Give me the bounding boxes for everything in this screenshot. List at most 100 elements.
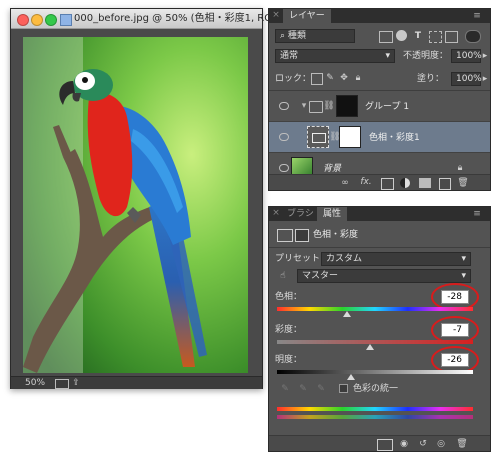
- layer-filter-value: 種類: [287, 31, 306, 41]
- hand-target-icon[interactable]: ☝︎: [277, 270, 289, 282]
- visibility-eye-icon[interactable]: [279, 102, 289, 110]
- folder-icon[interactable]: [419, 178, 431, 188]
- output-color-bar: [277, 415, 473, 419]
- lock-position-icon[interactable]: ✥: [339, 72, 349, 84]
- new-layer-icon[interactable]: [439, 178, 451, 190]
- group-mask-thumbnail[interactable]: [336, 95, 358, 117]
- fill-field[interactable]: 100%: [451, 72, 482, 86]
- parrot-photo: [23, 37, 248, 373]
- status-info-icon[interactable]: [55, 379, 69, 389]
- properties-panel: × ブラシ 属性 ≡ 色相・彩度 プリセット： カスタム ▾ ☝︎ マスター ▾…: [268, 206, 491, 452]
- expand-arrow-icon[interactable]: ▾: [299, 101, 309, 111]
- document-title: 000_before.jpg @ 50% (色相・彩度1, RGB...: [74, 13, 289, 24]
- visibility-eye-icon[interactable]: [279, 164, 289, 172]
- filter-toggle[interactable]: [465, 30, 481, 43]
- filter-adjustment-icon[interactable]: [396, 30, 407, 41]
- opacity-field[interactable]: 100%: [451, 49, 482, 63]
- lock-label: ロック：: [275, 74, 312, 84]
- properties-divider: [269, 247, 490, 248]
- chain-link-icon[interactable]: ⛓︎: [323, 100, 334, 112]
- filter-shape-icon[interactable]: [429, 31, 442, 43]
- lock-transparent-icon[interactable]: [311, 73, 323, 85]
- fill-label: 塗り：: [417, 74, 445, 84]
- blend-mode-select[interactable]: 通常 ▾: [275, 49, 395, 63]
- chevron-down-icon: ▾: [461, 271, 466, 281]
- visibility-eye-icon[interactable]: ◎: [435, 438, 447, 450]
- properties-footer: ◉ ↺ ◎ 🗑︎: [269, 435, 490, 451]
- share-icon[interactable]: ⇪: [71, 378, 81, 388]
- lock-icon: 🔒︎: [457, 162, 463, 173]
- trash-icon[interactable]: 🗑︎: [457, 177, 468, 189]
- trash-icon[interactable]: 🗑︎: [456, 438, 467, 450]
- layer-row-group[interactable]: ▾ ⛓︎ グループ 1: [269, 91, 490, 122]
- close-panel-icon[interactable]: ×: [272, 208, 280, 217]
- fx-icon[interactable]: fx.: [359, 177, 373, 188]
- clip-to-layer-icon[interactable]: [377, 439, 393, 451]
- saturation-slider-thumb[interactable]: [366, 344, 374, 350]
- document-status-bar: 50% ⇪: [11, 376, 262, 389]
- layer-row-adjustment[interactable]: ⛓︎ 色相・彩度1: [269, 122, 490, 153]
- blend-mode-value: 通常: [280, 51, 299, 61]
- panel-menu-icon[interactable]: ≡: [469, 11, 485, 21]
- close-panel-icon[interactable]: ×: [272, 10, 280, 19]
- tab-properties[interactable]: 属性: [317, 207, 348, 221]
- opacity-label: 不透明度：: [403, 51, 449, 61]
- folder-icon: [309, 101, 323, 113]
- layer-filter-select[interactable]: ⌕ 種類: [275, 29, 355, 43]
- layer-mask-thumbnail[interactable]: [339, 126, 361, 148]
- document-titlebar[interactable]: 000_before.jpg @ 50% (色相・彩度1, RGB...: [11, 9, 288, 29]
- layers-panel-tabbar: × レイヤー ≡: [269, 9, 490, 23]
- layers-panel: × レイヤー ≡ ⌕ 種類 T 通常 ▾ 不透明度： 100% ▸ ロック： ✎…: [268, 8, 491, 191]
- mask-icon[interactable]: [381, 178, 394, 190]
- link-icon[interactable]: ∞: [339, 178, 351, 188]
- hue-slider-thumb[interactable]: [343, 311, 351, 317]
- filter-smart-object-icon[interactable]: [445, 31, 458, 43]
- close-button[interactable]: [17, 14, 29, 26]
- input-color-bar: [277, 407, 473, 411]
- lightness-label: 明度：: [275, 355, 303, 365]
- search-icon: ⌕: [280, 31, 288, 41]
- saturation-label: 彩度：: [275, 325, 303, 335]
- lock-all-icon[interactable]: 🔒︎: [353, 72, 363, 84]
- filter-pixel-icon[interactable]: [379, 31, 393, 43]
- opacity-dropdown-icon[interactable]: ▸: [481, 51, 489, 61]
- chevron-down-icon: ▾: [461, 254, 466, 264]
- layer-name: 背景: [323, 164, 342, 174]
- hue-saturation-icon[interactable]: [277, 229, 293, 242]
- adjustment-thumbnail[interactable]: [307, 126, 329, 148]
- colorize-checkbox[interactable]: [339, 384, 348, 393]
- mask-icon[interactable]: [295, 229, 309, 242]
- document-file-icon: [60, 14, 72, 26]
- tab-layers[interactable]: レイヤー: [283, 9, 331, 23]
- layers-footer: ∞ fx. 🗑︎: [269, 174, 490, 190]
- eyedropper-plus-icon[interactable]: ✎: [297, 383, 309, 395]
- colorize-label: 色彩の統一: [353, 384, 399, 394]
- saturation-slider-track[interactable]: [277, 340, 473, 344]
- eyedropper-minus-icon[interactable]: ✎: [315, 383, 327, 395]
- adjustment-icon[interactable]: [400, 178, 410, 188]
- preset-value: カスタム: [326, 254, 363, 264]
- image-canvas[interactable]: [23, 37, 248, 373]
- visibility-eye-icon[interactable]: [279, 133, 289, 141]
- lightness-slider-track[interactable]: [277, 370, 473, 374]
- layer-name: グループ 1: [365, 102, 410, 112]
- filter-type-icon[interactable]: T: [412, 30, 424, 42]
- lightness-slider-thumb[interactable]: [347, 374, 355, 380]
- properties-tabbar: × ブラシ 属性 ≡: [269, 207, 490, 221]
- minimize-button[interactable]: [31, 14, 43, 26]
- hue-label: 色相：: [275, 292, 303, 302]
- eyedropper-icon[interactable]: ✎: [279, 383, 291, 395]
- view-previous-icon[interactable]: ◉: [397, 438, 411, 450]
- reset-icon[interactable]: ↺: [417, 438, 429, 450]
- zoom-button[interactable]: [45, 14, 57, 26]
- tab-brush[interactable]: ブラシ: [281, 207, 320, 221]
- channel-select[interactable]: マスター ▾: [297, 269, 471, 283]
- panel-menu-icon[interactable]: ≡: [469, 209, 485, 219]
- preset-select[interactable]: カスタム ▾: [321, 252, 471, 266]
- hue-slider-track[interactable]: [277, 307, 473, 311]
- fill-dropdown-icon[interactable]: ▸: [481, 74, 489, 84]
- zoom-level[interactable]: 50%: [25, 379, 45, 388]
- chevron-down-icon: ▾: [385, 51, 390, 61]
- lock-pixels-icon[interactable]: ✎: [325, 72, 335, 84]
- chain-link-icon[interactable]: ⛓︎: [329, 131, 340, 143]
